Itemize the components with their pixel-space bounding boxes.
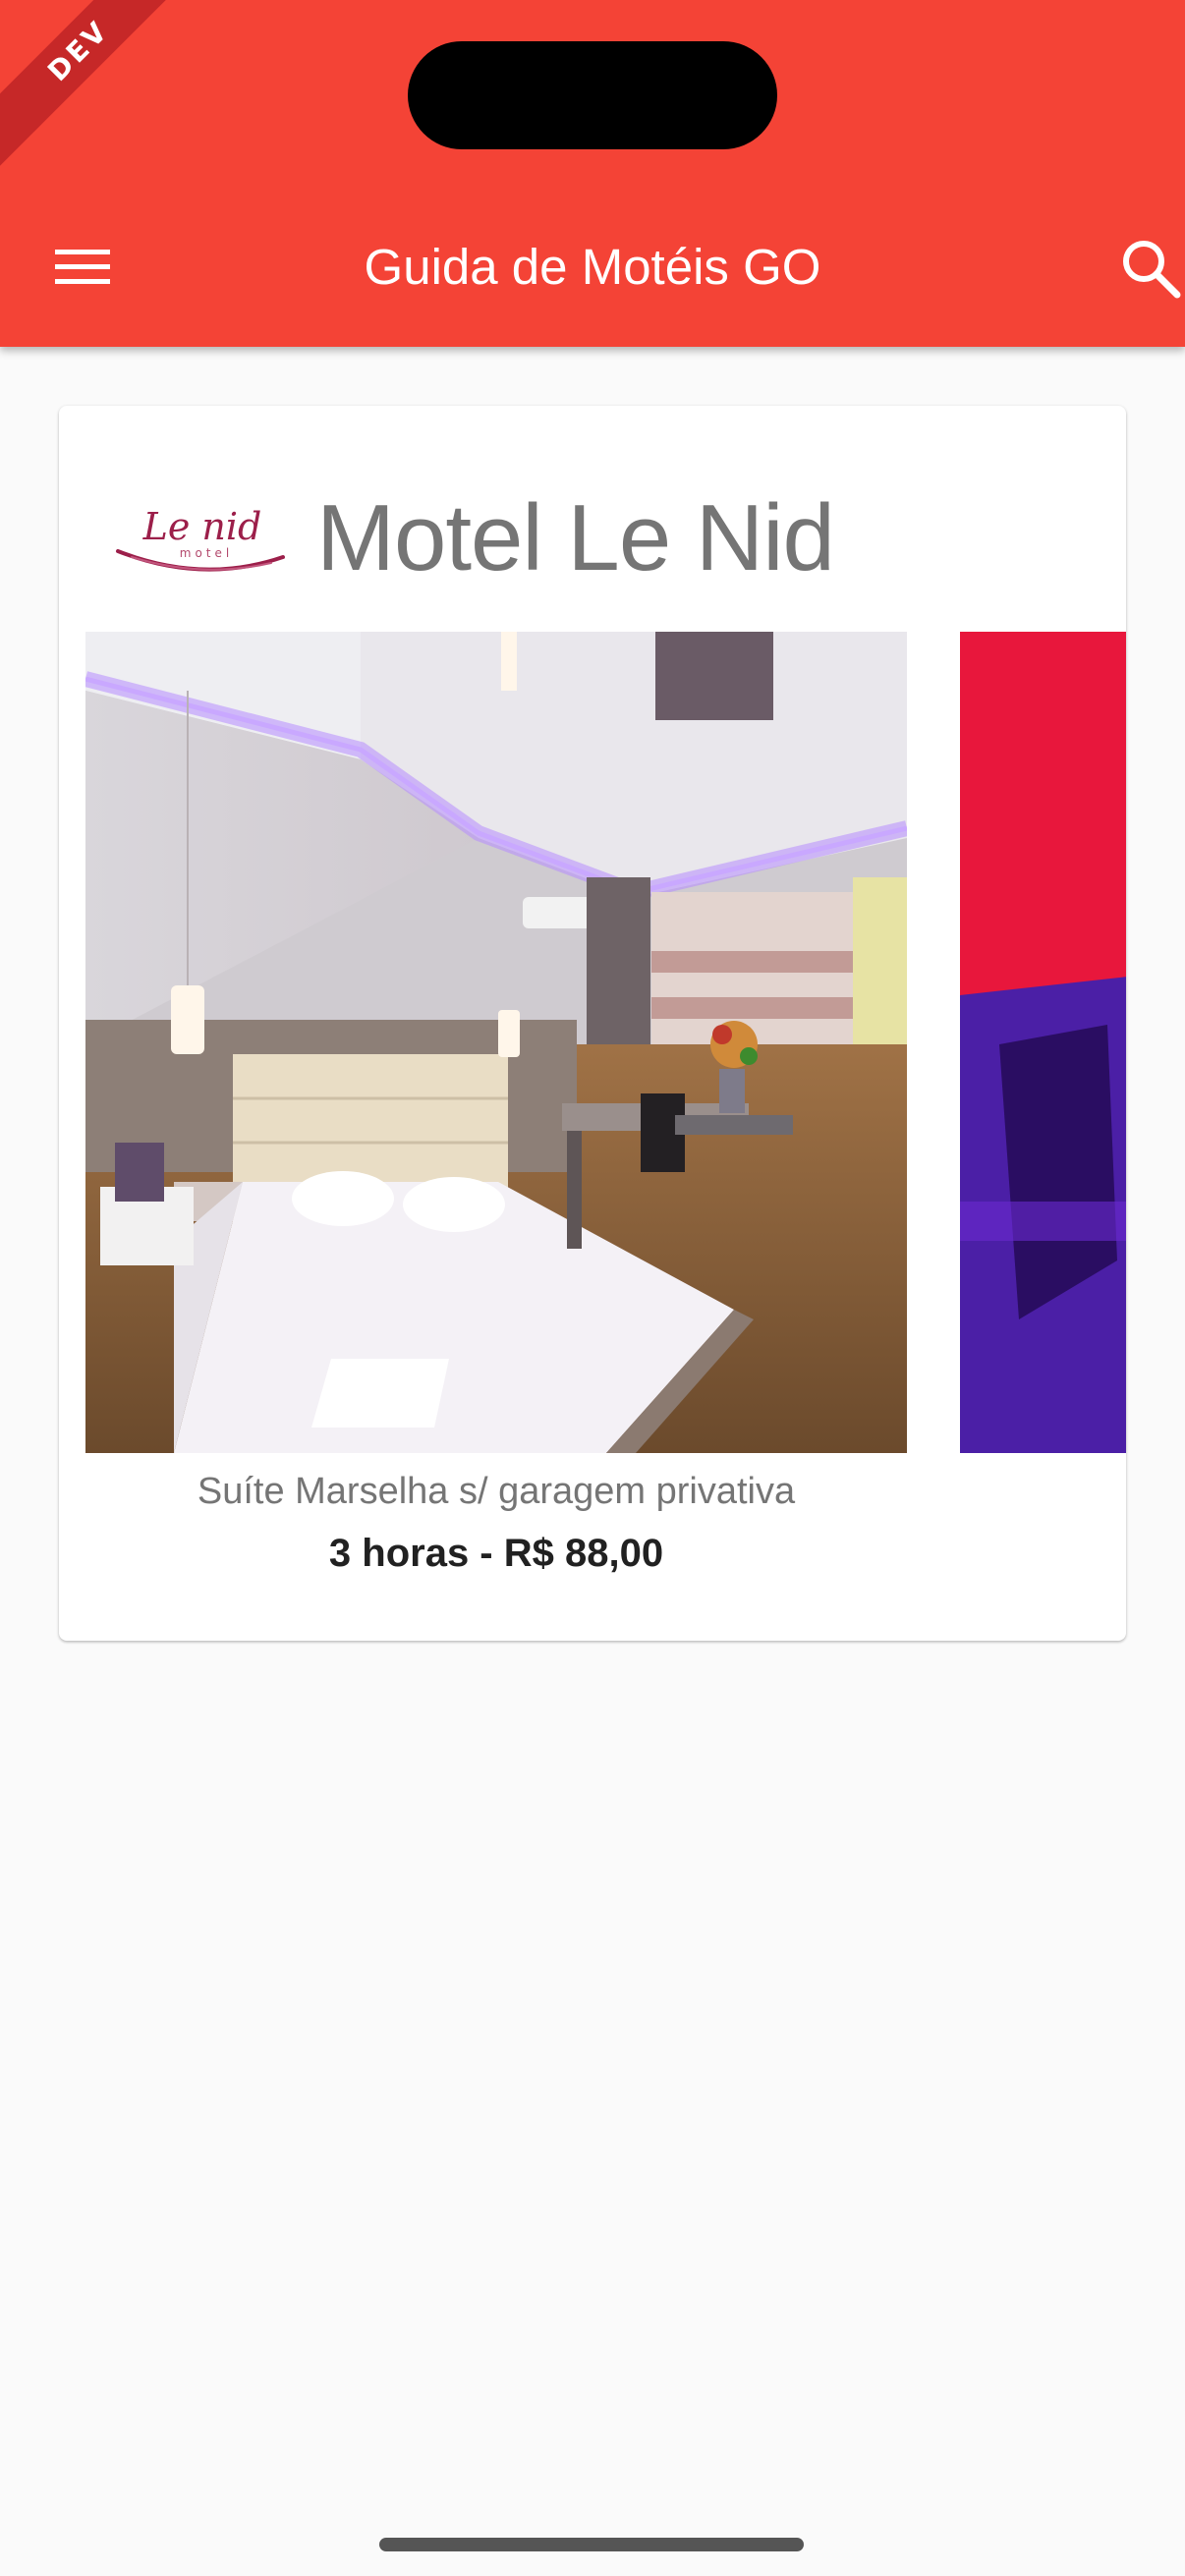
search-button[interactable]	[1110, 232, 1185, 303]
suite-photo[interactable]	[960, 632, 1126, 1453]
suite-photo[interactable]	[85, 632, 907, 1453]
motel-card[interactable]: Le nid motel Motel Le Nid Suíte Marselha…	[59, 406, 1126, 1641]
logo-subtext: motel	[180, 546, 233, 560]
suite-price: 3 horas - R$ 88,00	[328, 1532, 664, 1575]
hamburger-menu-icon	[55, 250, 110, 284]
dev-banner: DEV	[0, 0, 201, 174]
suite-carousel[interactable]: Suíte Marselha s/ garagem privativa 3 ho…	[85, 632, 1126, 1641]
app-title: Guida de Motéis GO	[364, 239, 821, 295]
camera-notch	[408, 41, 777, 149]
suite-name: Suíte Marselha s/ garagem privativa	[197, 1471, 796, 1512]
home-indicator[interactable]	[379, 2538, 804, 2551]
motel-logo: Le nid motel	[104, 475, 301, 602]
app-bar: DEV Guida de Motéis GO	[0, 0, 1185, 347]
logo-text: Le nid	[142, 505, 262, 548]
search-icon	[1123, 241, 1181, 299]
menu-button[interactable]	[47, 232, 118, 303]
motel-name: Motel Le Nid	[316, 485, 835, 590]
